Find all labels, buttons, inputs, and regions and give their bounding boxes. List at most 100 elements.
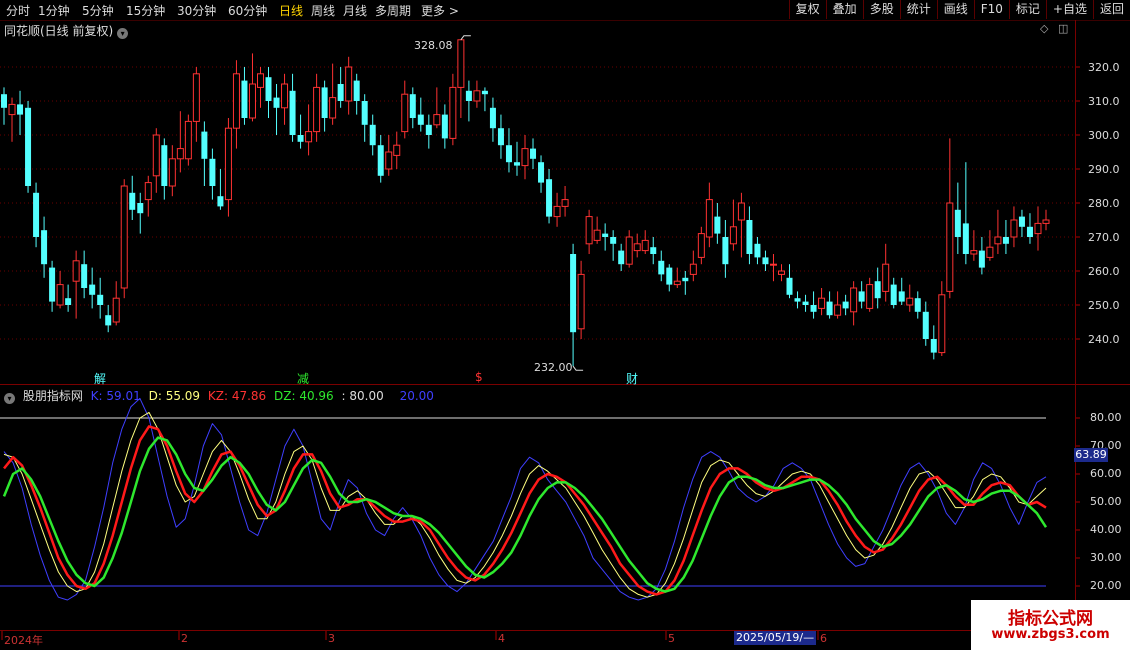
candle-body-up [168, 158, 176, 187]
candle-body-up [834, 304, 842, 316]
line80-value: : 80.00 [341, 389, 384, 403]
event-marker-dividend[interactable]: $ [475, 370, 483, 384]
candle-body-down [1, 94, 7, 108]
indicator-line-k [3, 397, 1047, 601]
candle-body-up [281, 83, 289, 109]
candle-body-down [81, 264, 88, 288]
price-tick: 250.0 [1088, 299, 1120, 312]
candle-body-down [377, 145, 384, 176]
price-tick: 260.0 [1088, 265, 1120, 278]
candle-body-down [513, 162, 520, 166]
candle-body-down [714, 216, 721, 234]
candle-body-up [192, 73, 200, 122]
indicator-tick: 80.00 [1090, 411, 1122, 424]
price-tick: 320.0 [1088, 61, 1120, 74]
candle-body-down [810, 305, 817, 312]
candle-body-down [890, 284, 897, 305]
candle-body-up [56, 284, 64, 306]
indicator-name[interactable]: 股朋指标网 [23, 389, 83, 403]
indicator-series [0, 397, 1048, 601]
date-tick: 2024年 [4, 634, 43, 647]
candle-body-down [610, 237, 617, 244]
candle-body-down [49, 267, 56, 302]
stock-chart[interactable] [0, 0, 1130, 650]
candle-body-down [41, 230, 48, 265]
event-marker-unlock[interactable]: 解 [94, 370, 106, 387]
candle-body-up [144, 182, 152, 201]
candle-body-down [289, 90, 296, 135]
candle-body-up [248, 83, 256, 119]
candle-body-down [409, 94, 416, 118]
k-value: K: 59.01 [90, 389, 141, 403]
candle-body-down [794, 298, 801, 302]
event-marker-reduce[interactable]: 减 [297, 370, 309, 387]
candle-body-up [313, 86, 321, 133]
candle-body-up [401, 93, 409, 133]
candle-body-up [769, 263, 777, 266]
candle-body-up [232, 73, 240, 129]
candle-body-up [72, 260, 80, 282]
candle-body-up [986, 246, 994, 258]
candle-body-up [946, 202, 954, 292]
candle-body-down [1018, 216, 1025, 227]
candle-body-down [105, 315, 112, 326]
dz-value: DZ: 40.96 [274, 389, 334, 403]
candle-body-down [546, 179, 553, 217]
candle-body-down [97, 294, 104, 305]
candle-body-up [457, 39, 465, 88]
d-value: D: 55.09 [148, 389, 201, 403]
candle-body-down [754, 243, 761, 258]
candle-body-down [481, 90, 488, 95]
candle-body-up [112, 297, 120, 323]
candle-body-up [1034, 222, 1042, 235]
candle-body-up [120, 185, 128, 289]
candle-body-up [152, 134, 160, 177]
date-axis-divider [0, 630, 1130, 631]
candle-body-up [625, 236, 633, 265]
candle-body-up [256, 73, 264, 88]
candle-body-down [129, 192, 136, 210]
candle-body-down [802, 301, 809, 305]
candle-body-down [1002, 237, 1009, 244]
candle-body-up [705, 199, 713, 238]
candle-body-down [858, 291, 865, 302]
candle-body-down [321, 87, 328, 118]
watermark-title: 指标公式网 [1008, 609, 1093, 629]
candle-body-down [722, 237, 729, 265]
candle-body-down [161, 145, 168, 186]
chevron-down-icon[interactable]: ▾ [4, 393, 15, 404]
current-indicator-value: 63.89 [1074, 448, 1108, 462]
watermark-url: www.zbgs3.com [991, 627, 1110, 642]
indicator-line-dz [2, 436, 1048, 593]
kz-value: KZ: 47.86 [207, 389, 267, 403]
event-marker-finance[interactable]: 财 [626, 370, 638, 387]
candle-body-down [89, 284, 96, 295]
candle-body-up [882, 263, 890, 292]
candle-body-up [393, 144, 401, 156]
candle-body-down [762, 257, 769, 265]
high-pointer-line [460, 35, 471, 41]
candle-body-up [345, 66, 353, 102]
candle-body-down [898, 291, 905, 302]
indicator-tick: 50.00 [1090, 495, 1122, 508]
candle-body-up [850, 287, 858, 313]
candle-body-down [786, 277, 793, 295]
candle-body-down [922, 311, 929, 339]
candle-body-down [658, 260, 665, 275]
candle-body-down [369, 124, 376, 146]
date-tick: 6 [820, 632, 827, 645]
candle-body-up [1010, 219, 1018, 238]
candle-body-up [433, 114, 441, 126]
candle-body-up [633, 243, 641, 252]
candle-body-up [8, 103, 16, 116]
candle-body-down [618, 250, 625, 265]
candle-body-up [906, 297, 914, 306]
candle-body-up [184, 120, 192, 160]
low-price-label: 232.00 [534, 361, 573, 374]
candle-body-up [866, 284, 874, 309]
candle-body-up [561, 199, 569, 207]
candle-body-down [1026, 226, 1033, 237]
candle-body-down [441, 114, 448, 139]
candle-body-down [137, 203, 144, 214]
candle-body-up [224, 127, 232, 201]
